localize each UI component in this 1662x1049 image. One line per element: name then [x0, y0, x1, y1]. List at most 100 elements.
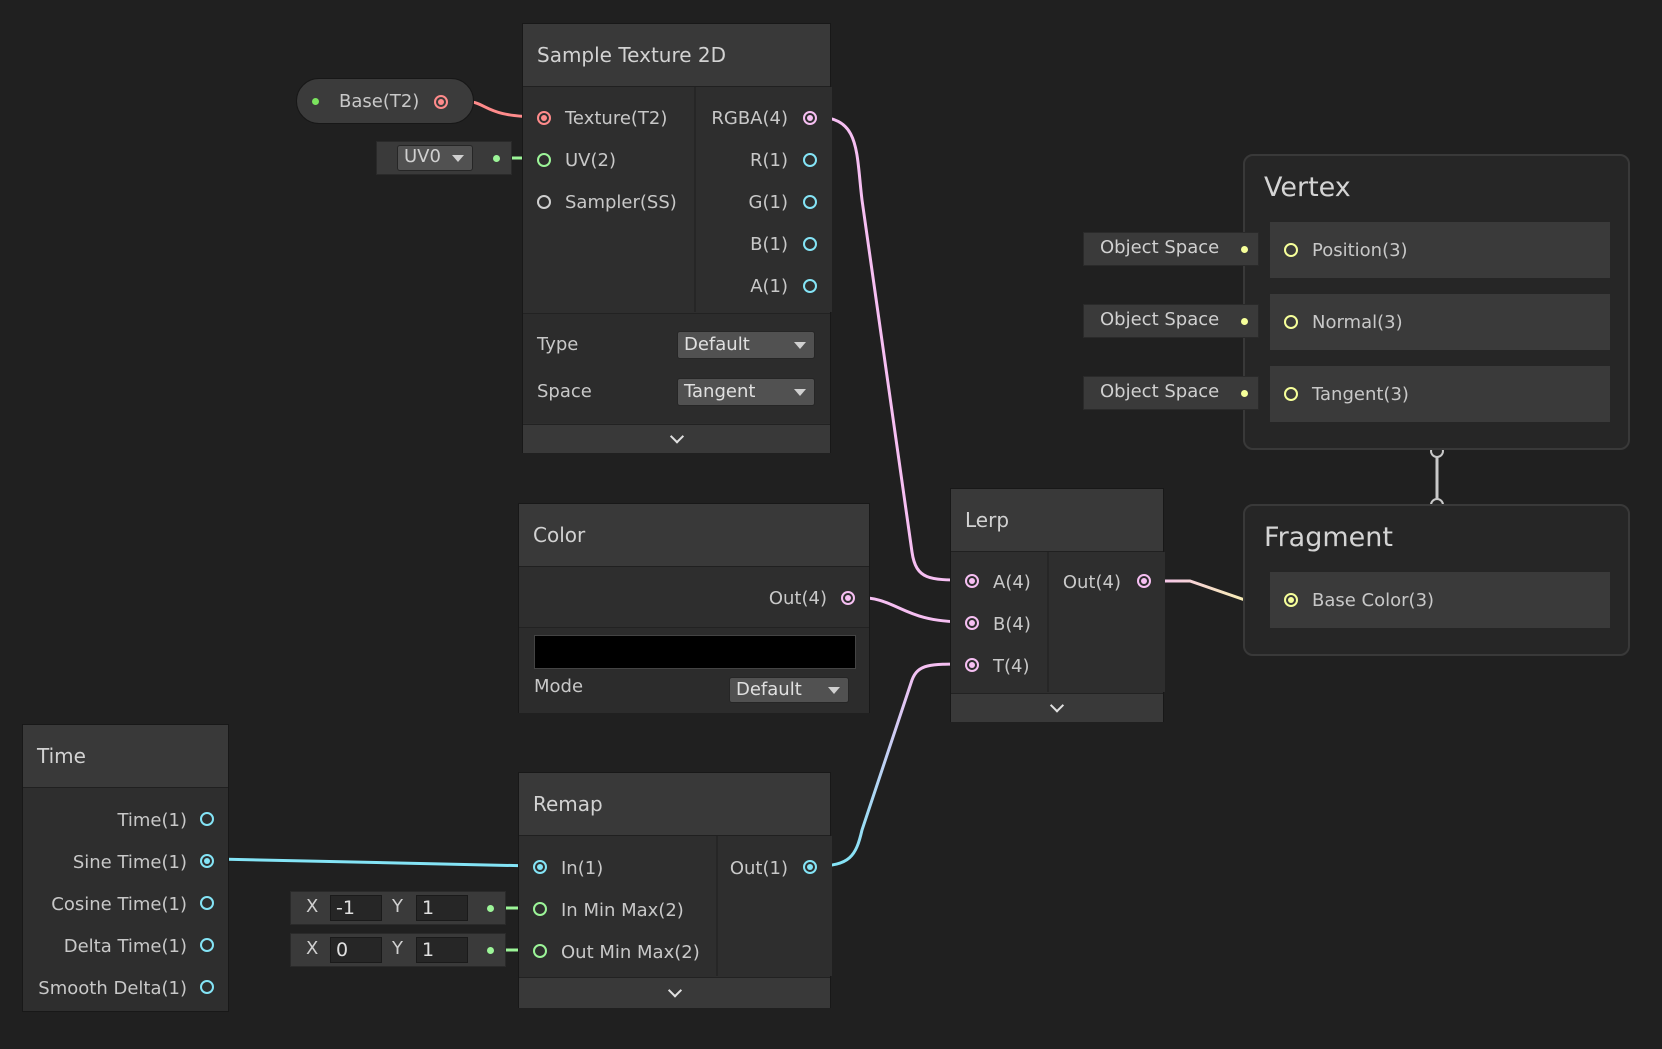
out-min-x-label: X — [306, 938, 319, 959]
in-min-x-field[interactable]: -1 — [330, 895, 382, 921]
position-block[interactable]: Position(3) — [1270, 222, 1610, 278]
remap-in-min-max-port[interactable] — [533, 902, 547, 916]
base-color-block[interactable]: Base Color(3) — [1270, 572, 1610, 628]
b-output-port[interactable] — [803, 237, 817, 251]
remap-title: Remap — [533, 792, 603, 816]
color-output-port[interactable] — [841, 591, 855, 605]
texture-input-label: Texture(T2) — [565, 108, 668, 129]
vertex-context[interactable]: Vertex Position(3) Normal(3) Tangent(3) — [1243, 154, 1630, 450]
space-label: Space — [537, 381, 592, 402]
position-input-port[interactable] — [1284, 243, 1298, 257]
remap-out-min-max-label: Out Min Max(2) — [561, 942, 700, 963]
position-space-slot[interactable]: Object Space — [1083, 232, 1259, 266]
color-swatch[interactable] — [534, 635, 856, 669]
lerp-b-port[interactable] — [965, 616, 979, 630]
sampler-input-label: Sampler(SS) — [565, 192, 677, 213]
in-min-max-slot: X -1 Y 1 — [290, 891, 506, 925]
tangent-block-label: Tangent(3) — [1312, 384, 1409, 405]
in-min-y-field[interactable]: 1 — [416, 895, 468, 921]
a-output-port[interactable] — [803, 279, 817, 293]
remap-header[interactable]: Remap — [519, 773, 830, 836]
sampler-input-port[interactable] — [537, 195, 551, 209]
color-header[interactable]: Color — [519, 504, 869, 567]
fragment-title: Fragment — [1264, 522, 1393, 553]
chevron-down-icon — [667, 983, 682, 998]
cosine-time-output-port[interactable] — [200, 896, 214, 910]
sine-time-output-port[interactable] — [200, 854, 214, 868]
r-output-port[interactable] — [803, 153, 817, 167]
uv-input-label: UV(2) — [565, 150, 616, 171]
sample-texture-title: Sample Texture 2D — [537, 43, 727, 67]
out-min-max-dot — [487, 947, 494, 954]
cosine-time-output-label: Cosine Time(1) — [51, 894, 187, 915]
smooth-delta-output-port[interactable] — [200, 980, 214, 994]
tangent-input-port[interactable] — [1284, 387, 1298, 401]
lerp-t-label: T(4) — [993, 656, 1030, 677]
space-dropdown[interactable]: Tangent — [677, 378, 815, 406]
out-min-y-label: Y — [392, 938, 403, 959]
r-output-label: R(1) — [749, 150, 788, 171]
wire-color-to-b — [853, 595, 966, 624]
base-property-output-port[interactable] — [434, 95, 448, 109]
g-output-port[interactable] — [803, 195, 817, 209]
time-output-port[interactable] — [200, 812, 214, 826]
remap-in-port[interactable] — [533, 860, 547, 874]
sample-texture-header[interactable]: Sample Texture 2D — [523, 24, 830, 87]
time-output-label: Time(1) — [117, 810, 187, 831]
lerp-collapse[interactable] — [951, 693, 1163, 722]
remap-output-label: Out(1) — [729, 858, 788, 879]
uv-channel-dropdown[interactable]: UV0 — [397, 145, 473, 171]
time-node[interactable]: Time Time(1) Sine Time(1) Cosine Time(1)… — [22, 724, 229, 1012]
color-title: Color — [533, 523, 586, 547]
normal-block-label: Normal(3) — [1312, 312, 1403, 333]
out-min-y-field[interactable]: 1 — [416, 937, 468, 963]
lerp-b-label: B(4) — [993, 614, 1031, 635]
tangent-space-slot[interactable]: Object Space — [1083, 376, 1259, 410]
remap-collapse[interactable] — [519, 977, 830, 1008]
texture-input-port[interactable] — [537, 111, 551, 125]
shader-graph-canvas[interactable]: Base(T2) UV0 Sample Texture 2D Texture(T… — [0, 0, 1662, 1049]
remap-in-label: In(1) — [561, 858, 604, 879]
out-min-x-field[interactable]: 0 — [330, 937, 382, 963]
base-property-label: Base(T2) — [339, 91, 420, 112]
in-min-y-label: Y — [392, 896, 403, 917]
lerp-node[interactable]: Lerp A(4) B(4) T(4) Out(4) — [950, 488, 1165, 722]
remap-out-min-max-port[interactable] — [533, 944, 547, 958]
smooth-delta-output-label: Smooth Delta(1) — [38, 978, 187, 999]
lerp-a-port[interactable] — [965, 574, 979, 588]
rgba-output-port[interactable] — [803, 111, 817, 125]
delta-time-output-label: Delta Time(1) — [63, 936, 187, 957]
lerp-a-label: A(4) — [993, 572, 1031, 593]
remap-output-port[interactable] — [803, 860, 817, 874]
lerp-t-port[interactable] — [965, 658, 979, 672]
remap-node[interactable]: Remap In(1) In Min Max(2) Out Min Max(2)… — [518, 772, 832, 1008]
g-output-label: G(1) — [748, 192, 788, 213]
delta-time-output-port[interactable] — [200, 938, 214, 952]
time-title: Time — [37, 744, 86, 768]
uv-slot-dot — [493, 155, 500, 162]
sample-texture-2d-node[interactable]: Sample Texture 2D Texture(T2) UV(2) Samp… — [522, 23, 832, 453]
uv-input-port[interactable] — [537, 153, 551, 167]
property-exposed-dot — [312, 98, 319, 105]
normal-space-slot[interactable]: Object Space — [1083, 304, 1259, 338]
type-dropdown[interactable]: Default — [677, 331, 815, 359]
lerp-output-port[interactable] — [1137, 574, 1151, 588]
sine-time-output-label: Sine Time(1) — [72, 852, 187, 873]
time-header[interactable]: Time — [23, 725, 228, 788]
sample-texture-collapse[interactable] — [523, 424, 830, 453]
mode-dropdown[interactable]: Default — [729, 677, 849, 703]
tangent-block[interactable]: Tangent(3) — [1270, 366, 1610, 422]
base-color-input-port[interactable] — [1284, 593, 1298, 607]
mode-label: Mode — [534, 676, 584, 697]
chevron-down-icon — [1049, 698, 1065, 713]
position-block-label: Position(3) — [1312, 240, 1408, 261]
type-label: Type — [537, 334, 579, 355]
lerp-header[interactable]: Lerp — [951, 489, 1163, 552]
normal-block[interactable]: Normal(3) — [1270, 294, 1610, 350]
lerp-output-label: Out(4) — [1062, 572, 1121, 593]
uv-inline-slot: UV0 — [376, 141, 512, 175]
base-property-node[interactable]: Base(T2) — [296, 78, 474, 124]
normal-input-port[interactable] — [1284, 315, 1298, 329]
color-node[interactable]: Color Out(4) Mode Default — [518, 503, 870, 713]
fragment-context[interactable]: Fragment Base Color(3) — [1243, 504, 1630, 656]
